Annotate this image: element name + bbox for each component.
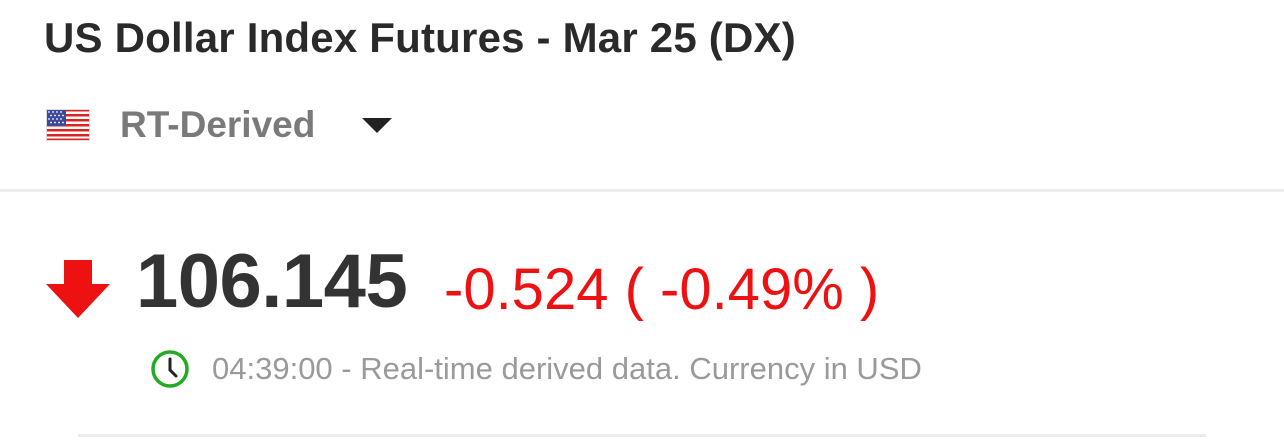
source-label: RT-Derived [120,104,316,145]
quote-row: 106.145 -0.524 ( -0.49% ) [46,238,1246,328]
market-status: 04:39:00 - Real-time derived data. Curre… [150,348,922,390]
divider [78,434,1206,437]
caret-down-icon[interactable] [362,118,392,133]
down-arrow-icon [46,260,110,318]
source-selector[interactable]: RT-Derived [46,100,392,150]
clock-icon [151,350,189,388]
page-title: US Dollar Index Futures - Mar 25 (DX) [44,14,796,61]
price-change: -0.524 ( -0.49% ) [444,257,880,322]
last-price: 106.145 [136,239,408,324]
status-text: 04:39:00 - Real-time derived data. Curre… [212,351,922,386]
us-flag-icon [46,109,90,141]
divider [0,189,1284,192]
